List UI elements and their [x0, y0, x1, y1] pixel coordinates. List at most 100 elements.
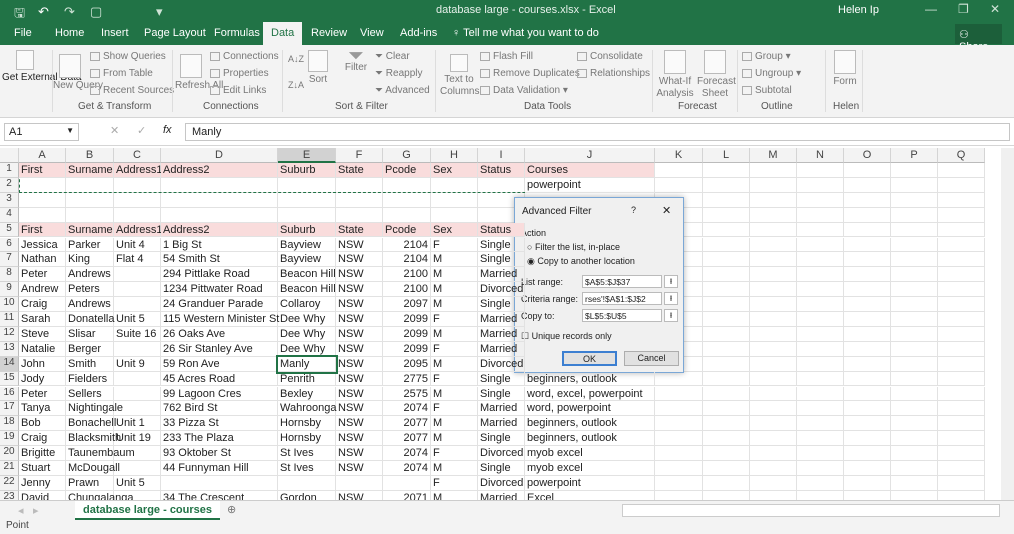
cell[interactable]	[797, 222, 844, 238]
cell[interactable]: Single	[478, 252, 525, 268]
cell[interactable]: Divorced	[478, 356, 525, 372]
cell[interactable]: NSW	[336, 356, 383, 372]
cell[interactable]	[938, 341, 985, 357]
cell[interactable]	[891, 386, 938, 402]
cell[interactable]: NSW	[336, 386, 383, 402]
cell[interactable]: myob excel	[525, 446, 655, 461]
cell[interactable]	[797, 237, 844, 253]
cell[interactable]: NSW	[336, 297, 383, 312]
cell[interactable]: M	[431, 431, 478, 447]
column-header-N[interactable]: N	[797, 148, 844, 163]
horizontal-scrollbar[interactable]	[622, 504, 1000, 517]
cell[interactable]: Divorced	[478, 446, 525, 461]
cell[interactable]	[655, 490, 703, 500]
user-name[interactable]: Helen Ip	[838, 4, 879, 16]
cell[interactable]	[891, 177, 938, 193]
cell[interactable]: Surname	[66, 222, 114, 238]
cell[interactable]	[336, 177, 383, 193]
cell[interactable]: NSW	[336, 237, 383, 253]
cell[interactable]	[336, 475, 383, 491]
cell[interactable]: NSW	[336, 252, 383, 268]
tab-formulas[interactable]: Formulas	[214, 27, 260, 39]
cell[interactable]	[938, 252, 985, 268]
cell[interactable]: F	[431, 341, 478, 357]
cell[interactable]: Donatella	[66, 312, 114, 327]
cell[interactable]	[703, 431, 750, 447]
cell[interactable]	[19, 177, 66, 193]
cell[interactable]	[844, 267, 891, 283]
cell[interactable]: 26 Sir Stanley Ave	[161, 341, 278, 357]
refresh-all-button[interactable]: Refresh All	[175, 54, 223, 92]
cell[interactable]: King	[66, 252, 114, 268]
cell[interactable]	[655, 177, 703, 193]
cell[interactable]	[797, 371, 844, 387]
cell[interactable]	[938, 177, 985, 193]
cell[interactable]: M	[431, 282, 478, 298]
cell[interactable]	[750, 163, 797, 178]
row-header[interactable]: 13	[0, 341, 19, 357]
cell[interactable]	[844, 341, 891, 357]
ok-button[interactable]: OK	[562, 351, 617, 366]
cell[interactable]: Married	[478, 267, 525, 283]
cell[interactable]	[750, 386, 797, 402]
cell[interactable]	[383, 177, 431, 193]
cell[interactable]	[891, 475, 938, 491]
cell[interactable]: 2071	[383, 490, 431, 500]
cell[interactable]	[750, 312, 797, 327]
row-header[interactable]: 21	[0, 461, 19, 476]
close-icon[interactable]: ✕	[990, 2, 1000, 16]
cell[interactable]	[161, 475, 278, 491]
cell[interactable]	[336, 207, 383, 223]
cell[interactable]: beginners, outlook	[525, 371, 655, 387]
cell[interactable]	[891, 163, 938, 178]
from-table-button[interactable]: From Table	[90, 68, 153, 79]
cell[interactable]: Single	[478, 431, 525, 447]
cell[interactable]: Peter	[19, 267, 66, 283]
cell[interactable]: myob excel	[525, 461, 655, 476]
cell[interactable]: Surname	[66, 163, 114, 178]
filter-in-place-radio[interactable]: ○ Filter the list, in-place	[527, 242, 620, 252]
cell[interactable]: 34 The Crescent	[161, 490, 278, 500]
select-all-corner[interactable]	[0, 148, 19, 163]
cancel-icon[interactable]: ✕	[110, 124, 119, 137]
cell[interactable]: 44 Funnyman Hill	[161, 461, 278, 476]
cell[interactable]: 54 Smith St	[161, 252, 278, 268]
cell[interactable]	[797, 431, 844, 447]
cell[interactable]: NSW	[336, 461, 383, 476]
cell[interactable]: 2074	[383, 401, 431, 417]
cell[interactable]: 1234 Pittwater Road	[161, 282, 278, 298]
cell[interactable]: Chungalanga	[66, 490, 133, 500]
cell[interactable]: Peters	[66, 282, 114, 298]
remove-duplicates-button[interactable]: Remove Duplicates	[480, 68, 580, 79]
cell[interactable]: St Ives	[278, 446, 336, 461]
cell[interactable]	[797, 475, 844, 491]
cell[interactable]: Bayview	[278, 252, 336, 268]
cell[interactable]: 2775	[383, 371, 431, 387]
reapply-button[interactable]: ⏷ Reapply	[375, 68, 422, 79]
cell[interactable]	[891, 297, 938, 312]
cell[interactable]	[844, 163, 891, 178]
tab-add-ins[interactable]: Add-ins	[400, 27, 437, 39]
cell[interactable]	[938, 475, 985, 491]
column-header-E[interactable]: E	[278, 148, 336, 163]
cell[interactable]	[891, 192, 938, 208]
cell[interactable]	[703, 461, 750, 476]
row-header[interactable]: 10	[0, 297, 19, 312]
cell[interactable]: Sex	[431, 163, 478, 178]
cell[interactable]	[114, 297, 161, 312]
cell[interactable]: M	[431, 297, 478, 312]
minimize-icon[interactable]: —	[925, 2, 937, 16]
cell[interactable]: 26 Oaks Ave	[161, 326, 278, 342]
collapse-icon[interactable]: ⭱	[664, 309, 678, 322]
cell[interactable]	[703, 416, 750, 432]
column-header-Q[interactable]: Q	[938, 148, 985, 163]
tab-file[interactable]: File	[14, 27, 32, 39]
cell[interactable]: Sellers	[66, 386, 114, 402]
cell[interactable]	[655, 431, 703, 447]
cell[interactable]	[66, 207, 114, 223]
cell[interactable]	[750, 326, 797, 342]
cell[interactable]	[938, 297, 985, 312]
cell[interactable]: Nightingale	[66, 401, 123, 417]
column-header-P[interactable]: P	[891, 148, 938, 163]
cell[interactable]: Single	[478, 386, 525, 402]
